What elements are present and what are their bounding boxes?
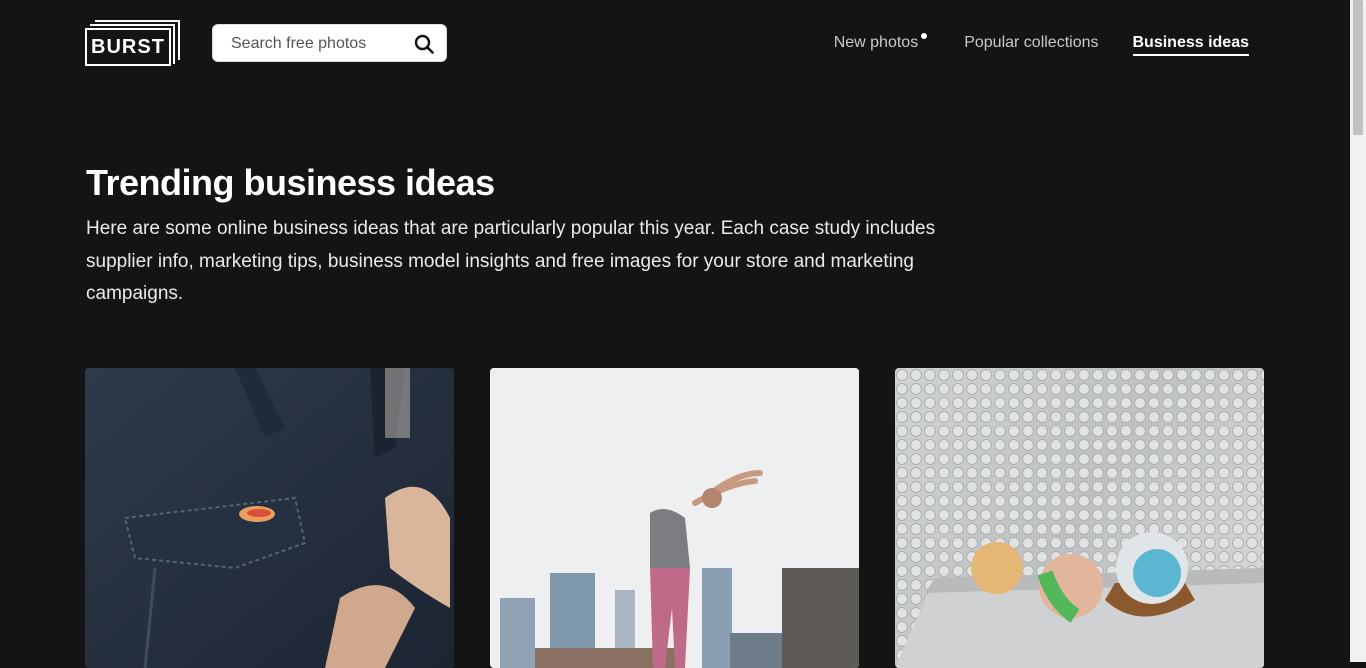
bath-bombs-shelf-photo (895, 368, 1264, 668)
nav-item-popular-collections[interactable]: Popular collections (964, 34, 1098, 56)
scrollbar-thumb[interactable] (1353, 0, 1363, 135)
vertical-scrollbar[interactable] (1350, 0, 1366, 662)
nav-item-label: New photos (833, 34, 919, 51)
denim-jacket-pin-photo (85, 368, 454, 668)
search-bar (212, 24, 447, 63)
business-idea-card[interactable] (895, 368, 1264, 668)
page-description: Here are some online business ideas that… (86, 218, 936, 304)
business-idea-card[interactable] (85, 368, 454, 668)
nav-item-new-photos[interactable]: New photos (833, 33, 928, 56)
yoga-stretch-city-photo (490, 368, 859, 668)
page-title: Trending business ideas (86, 162, 495, 203)
main-nav: New photos Popular collections Business … (833, 33, 1249, 56)
search-icon[interactable] (414, 34, 434, 54)
business-idea-card[interactable] (490, 368, 859, 668)
logo-text: BURST (85, 28, 171, 66)
nav-item-business-ideas[interactable]: Business ideas (1132, 34, 1249, 56)
new-indicator-dot (921, 33, 928, 39)
burst-logo[interactable]: BURST (85, 20, 180, 66)
search-input[interactable] (229, 25, 413, 63)
